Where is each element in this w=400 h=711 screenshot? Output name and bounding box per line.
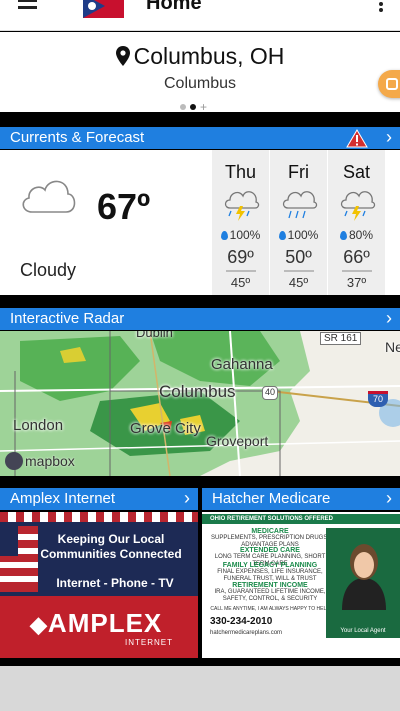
amplex-logo-text: ◆AMPLEX: [30, 608, 163, 638]
forecast-day-label: Thu: [224, 162, 257, 182]
forecast-day-fri[interactable]: Fri 100% 50º 45º: [270, 150, 327, 295]
rain-icon: [280, 186, 318, 227]
amplex-logo-subtext: INTERNET: [125, 638, 173, 647]
radar-title: Interactive Radar: [10, 310, 125, 327]
location-pin-icon: [115, 45, 130, 72]
hatcher-title: Hatcher Medicare: [212, 490, 331, 507]
menu-icon[interactable]: [18, 0, 38, 14]
page-dot-active[interactable]: [190, 103, 196, 110]
thunderstorm-icon: [222, 186, 260, 227]
forecast-low: 45º: [288, 275, 309, 290]
agent-name: BRIDGET HATCHER: [329, 638, 397, 645]
amplex-title: Amplex Internet: [10, 490, 116, 507]
thunderstorm-icon: [338, 186, 376, 227]
currents-forecast-header[interactable]: Currents & Forecast ›: [0, 127, 400, 149]
page-dot[interactable]: [180, 103, 186, 110]
more-options-icon[interactable]: [378, 0, 384, 14]
hatcher-header[interactable]: Hatcher Medicare ›: [202, 488, 400, 510]
forecast-day-sat[interactable]: Sat 80% 66º 37º: [328, 150, 385, 295]
page-indicator[interactable]: +: [180, 98, 207, 113]
route-shield-40: 40: [262, 386, 278, 400]
forecast-day-thu[interactable]: Thu 100% 69º 45º: [212, 150, 269, 295]
agent-caption: Your Local Agent: [340, 628, 386, 634]
interstate-shield-70: 70: [368, 391, 388, 407]
map-label-groveport: Groveport: [206, 433, 269, 449]
route-shield-sr161: SR 161: [320, 332, 362, 345]
cloudy-icon: [18, 172, 78, 221]
forecast-low: 37º: [346, 275, 367, 290]
map-label-columbus: Columbus: [159, 382, 236, 401]
forecast-day-label: Fri: [288, 162, 309, 182]
radar-map[interactable]: Dublin Ne Gahanna Columbus London Grove …: [0, 331, 400, 476]
location-title: Columbus, OH: [133, 43, 285, 69]
forecast-high: 66º: [343, 247, 370, 267]
website-url[interactable]: hatchermedicareplans.com: [210, 630, 282, 636]
chevron-right-icon[interactable]: ›: [386, 488, 392, 508]
raindrop-icon: [220, 231, 228, 240]
hatcher-ad[interactable]: OHIO RETIREMENT SOLUTIONS OFFERED MEDICA…: [202, 512, 400, 658]
location-row: Columbus, OH: [0, 43, 400, 72]
forecast-high: 69º: [227, 247, 254, 267]
page-title: Home: [146, 0, 202, 14]
location-card[interactable]: Columbus, OH Columbus +: [0, 32, 400, 113]
top-app-bar: Home: [0, 0, 400, 31]
forecast-precip: 100%: [270, 228, 327, 242]
hatcher-banner: OHIO RETIREMENT SOLUTIONS OFFERED: [202, 514, 400, 524]
forecast-low: 45º: [230, 275, 251, 290]
agent-photo: [338, 538, 390, 610]
station-logo: [83, 0, 124, 18]
chevron-right-icon[interactable]: ›: [184, 488, 190, 508]
call-note: CALL ME ANYTIME, I AM ALWAYS HAPPY TO HE…: [210, 606, 330, 612]
forecast-precip: 100%: [212, 228, 269, 242]
flag-stripe: [0, 512, 198, 522]
amplex-ad-services: Internet - Phone - TV: [56, 576, 174, 590]
raindrop-icon: [278, 231, 286, 240]
map-label-london: London: [13, 417, 64, 434]
legacy-detail: FINAL EXPENSES, LIFE INSURANCE, FUNERAL …: [217, 569, 323, 582]
currents-panel[interactable]: 67º Cloudy Thu 100% 69º 45º Fri 100% 50º…: [0, 150, 400, 295]
square-icon: [386, 78, 398, 90]
divider: [342, 270, 372, 272]
forecast-high: 50º: [285, 247, 312, 267]
location-subtitle: Columbus: [163, 75, 237, 92]
amplex-ad[interactable]: Keeping Our Local Communities Connected …: [0, 512, 198, 658]
raindrop-icon: [339, 231, 347, 240]
amplex-ad-title: Keeping Our Local Communities Connected: [40, 532, 182, 561]
amplex-header[interactable]: Amplex Internet ›: [0, 488, 198, 510]
chevron-right-icon[interactable]: ›: [386, 127, 392, 147]
map-label-gahanna: Gahanna: [211, 356, 273, 373]
divider: [226, 270, 256, 272]
current-temperature: 67º: [97, 186, 151, 227]
forecast-day-label: Sat: [342, 162, 371, 182]
currents-forecast-title: Currents & Forecast: [10, 129, 145, 146]
bottom-bar: [0, 666, 400, 711]
mapbox-attribution[interactable]: mapbox: [5, 452, 75, 472]
divider: [284, 270, 314, 272]
income-detail: IRA, GUARANTEED LIFETIME INCOME, SAFETY,…: [214, 589, 326, 602]
phone-number[interactable]: 330-234-2010: [210, 616, 272, 627]
current-condition: Cloudy: [20, 260, 77, 280]
chevron-right-icon[interactable]: ›: [386, 308, 392, 328]
floating-side-button[interactable]: [378, 70, 400, 98]
map-label-ne: Ne: [385, 339, 400, 355]
mapbox-logo-icon: [5, 452, 23, 470]
map-label-dublin: Dublin: [136, 331, 173, 340]
forecast-precip: 80%: [328, 228, 385, 242]
app-root: Home Columbus, OH Columbus + Currents & …: [0, 0, 400, 711]
map-label-grove-city: Grove City: [130, 420, 201, 437]
radar-header[interactable]: Interactive Radar ›: [0, 308, 400, 330]
add-location-icon[interactable]: +: [200, 101, 207, 113]
